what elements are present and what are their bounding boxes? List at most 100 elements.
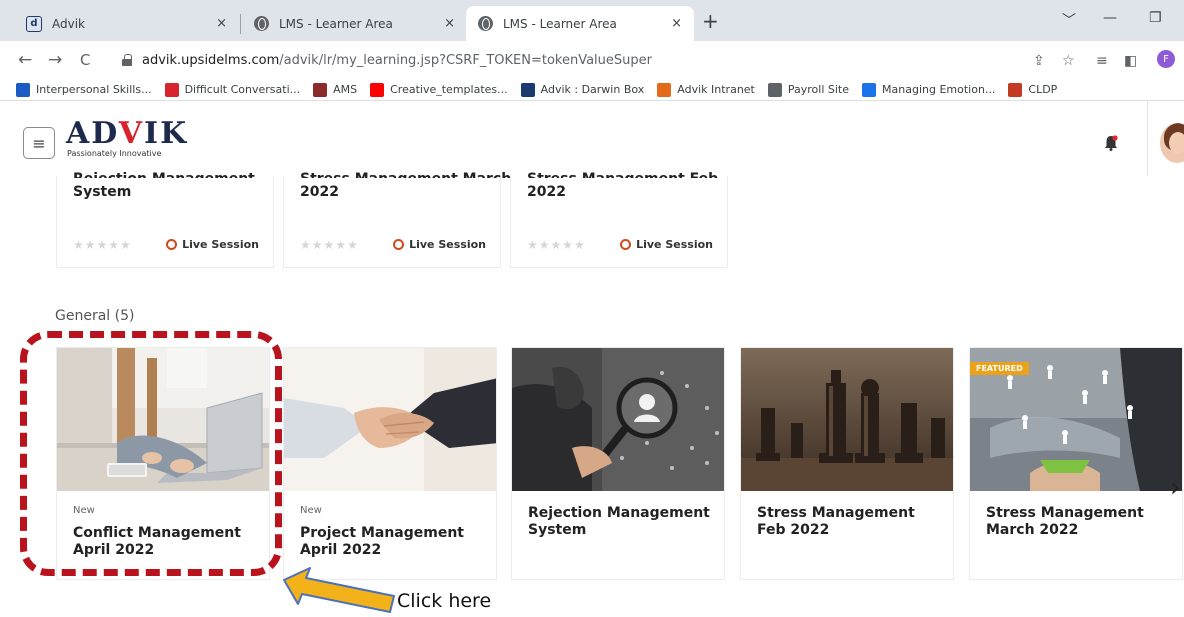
bookmark-favicon-icon	[164, 82, 179, 97]
logo-part: AD	[66, 116, 119, 151]
bookmark-item[interactable]: Advik : Darwin Box	[520, 82, 645, 97]
tab-lms-active[interactable]: LMS - Learner Area ×	[466, 6, 694, 41]
user-avatar[interactable]	[1160, 123, 1184, 163]
address-bar[interactable]: advik.upsidelms.com /advik/lr/my_learnin…	[112, 46, 1012, 74]
carousel-next-arrow-icon[interactable]: ›	[1170, 475, 1180, 501]
bookmark-favicon-icon	[370, 82, 385, 97]
course-title: Project Management April 2022	[300, 525, 464, 558]
share-icon[interactable]: ⇪	[1033, 53, 1045, 69]
side-panel-icon[interactable]: ◧	[1124, 53, 1137, 69]
tab-lms-1[interactable]: LMS - Learner Area ×	[242, 6, 467, 41]
bookmark-item[interactable]: Creative_templates...	[370, 82, 508, 97]
profile-avatar[interactable]: F	[1157, 50, 1175, 68]
reload-icon[interactable]: C	[80, 50, 90, 70]
tab-label: LMS - Learner Area	[279, 16, 393, 31]
course-title: System	[73, 184, 132, 200]
live-session-badge: Live Session	[393, 238, 486, 251]
live-session-label: Live Session	[409, 238, 486, 251]
course-card[interactable]: Stress Management Feb 2022 ★★★★★ Live Se…	[510, 171, 728, 268]
live-session-label: Live Session	[182, 238, 259, 251]
tab-label: LMS - Learner Area	[503, 16, 617, 31]
new-badge: New	[300, 505, 322, 516]
live-session-badge: Live Session	[166, 238, 259, 251]
bookmark-item[interactable]: CLDP	[1008, 82, 1058, 97]
globe-icon	[478, 16, 493, 31]
bookmark-label: Creative_templates...	[390, 83, 508, 96]
live-dot-icon	[166, 239, 178, 250]
course-thumbnail	[741, 348, 953, 491]
tab-label: Advik	[52, 16, 85, 31]
tab-advik[interactable]: d Advik ×	[14, 6, 239, 41]
course-title: Rejection Management System	[528, 505, 710, 538]
bookmark-favicon-icon	[862, 82, 877, 97]
course-title-text: Stress Management March	[300, 170, 511, 178]
bookmark-label: Managing Emotion...	[882, 83, 996, 96]
bookmark-item[interactable]: Difficult Conversati...	[164, 82, 301, 97]
bookmark-label: Interpersonal Skills...	[36, 83, 152, 96]
live-session-label: Live Session	[636, 238, 713, 251]
close-tab-icon[interactable]: ×	[216, 16, 227, 31]
course-card-rejection-management[interactable]: Rejection Management System	[511, 347, 725, 580]
bookmark-item[interactable]: AMS	[313, 82, 358, 97]
rating-stars: ★★★★★	[73, 238, 132, 252]
course-card-project-management[interactable]: New Project Management April 2022	[283, 347, 497, 580]
bookmark-favicon-icon	[520, 82, 535, 97]
bookmark-favicon-icon	[313, 82, 328, 97]
course-title-text: Stress Management Feb	[527, 170, 718, 178]
bookmark-item[interactable]: Interpersonal Skills...	[16, 82, 152, 97]
bookmark-label: AMS	[333, 83, 358, 96]
course-title-cut: Stress Management Feb	[527, 170, 718, 178]
bookmark-label: CLDP	[1028, 83, 1058, 96]
pointer-arrow-icon	[283, 567, 395, 613]
bookmark-favicon-icon	[657, 82, 672, 97]
bookmark-item[interactable]: Payroll Site	[767, 82, 850, 97]
live-dot-icon	[393, 239, 405, 250]
url-path: /advik/lr/my_learning.jsp?CSRF_TOKEN=tok…	[279, 52, 652, 68]
bookmark-item[interactable]: Advik Intranet	[657, 82, 755, 97]
course-card[interactable]: Rejection Management System ★★★★★ Live S…	[56, 171, 274, 268]
forward-arrow-icon[interactable]: →	[48, 50, 62, 70]
bookmark-favicon-icon	[767, 82, 782, 97]
bookmark-star-icon[interactable]: ☆	[1062, 53, 1075, 69]
minimize-icon[interactable]: —	[1103, 10, 1117, 26]
bookmarks-bar: Interpersonal Skills... Difficult Convers…	[0, 79, 1184, 101]
app-header: ≡ ADVIK Passionately Innovative	[0, 101, 1184, 176]
course-title: Stress Management Feb 2022	[757, 505, 915, 538]
back-arrow-icon[interactable]: ←	[18, 50, 32, 70]
logo-part: IK	[144, 116, 189, 151]
notification-bell-icon[interactable]	[1104, 135, 1118, 151]
course-card[interactable]: Stress Management March 2022 ★★★★★ Live …	[283, 171, 511, 268]
hamburger-menu-icon[interactable]: ≡	[23, 127, 55, 159]
tab-separator	[240, 14, 241, 34]
course-thumbnail	[512, 348, 724, 491]
section-title-general: General (5)	[55, 308, 135, 324]
bookmark-label: Payroll Site	[787, 83, 850, 96]
tab-search-icon[interactable]: ﹀	[1062, 10, 1076, 30]
live-dot-icon	[620, 239, 632, 250]
rating-stars: ★★★★★	[300, 238, 359, 252]
bookmark-label: Difficult Conversati...	[184, 83, 301, 96]
course-card-stress-management-march[interactable]: FEATURED Stress Management March 2022	[969, 347, 1183, 580]
course-title-text: Rejection Management	[73, 170, 255, 178]
bookmark-label: Advik : Darwin Box	[540, 83, 645, 96]
advik-favicon-icon: d	[26, 15, 42, 32]
bookmark-item[interactable]: Managing Emotion...	[862, 82, 996, 97]
restore-icon[interactable]: ❐	[1149, 10, 1162, 26]
logo-part: V	[118, 116, 145, 151]
close-tab-icon[interactable]: ×	[444, 16, 455, 31]
click-here-label: Click here	[397, 590, 492, 612]
course-title-cut: Rejection Management	[73, 170, 255, 178]
rating-stars: ★★★★★	[527, 238, 586, 252]
highlight-dashed-box	[20, 331, 282, 576]
url-host: advik.upsidelms.com	[142, 52, 280, 68]
bookmark-label: Advik Intranet	[677, 83, 755, 96]
advik-logo[interactable]: ADVIK Passionately Innovative	[66, 119, 206, 161]
reading-list-icon[interactable]: ≡	[1096, 53, 1108, 69]
lock-icon[interactable]	[122, 54, 132, 66]
browser-toolbar: ← → C advik.upsidelms.com /advik/lr/my_l…	[0, 41, 1184, 79]
logo-wordmark: ADVIK	[66, 119, 206, 149]
live-session-badge: Live Session	[620, 238, 713, 251]
new-tab-button[interactable]: +	[702, 11, 719, 31]
close-tab-icon[interactable]: ×	[671, 16, 682, 31]
course-card-stress-management-feb[interactable]: Stress Management Feb 2022	[740, 347, 954, 580]
